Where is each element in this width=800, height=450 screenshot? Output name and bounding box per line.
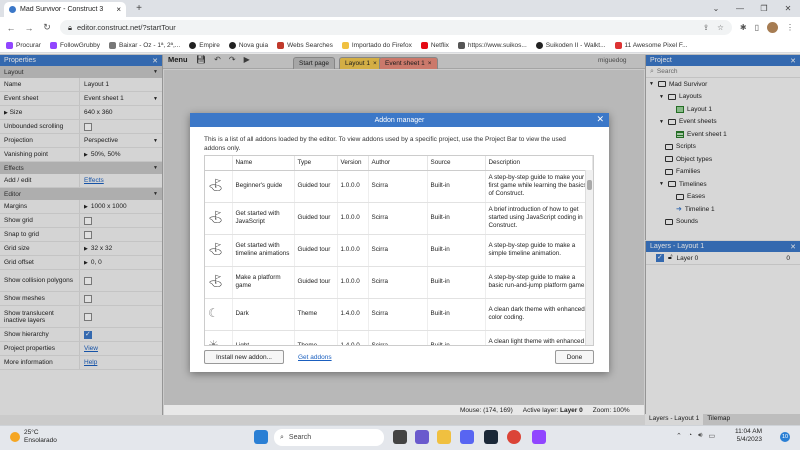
dialog-description: This is a list of all addons loaded by t…	[204, 136, 566, 152]
column-header[interactable]: Type	[294, 156, 338, 171]
system-tray: ⌃ ◔ 🔊︎ ▭	[676, 432, 715, 440]
reload-button[interactable]: ↻	[42, 22, 52, 33]
steam-icon[interactable]	[484, 430, 498, 444]
forward-button[interactable]: →	[24, 23, 34, 33]
new-tab-button[interactable]: +	[132, 2, 146, 15]
bookmarks-bar: Procurar FollowGrubby Baixar - Oz - 1ª, …	[0, 38, 800, 53]
page-icon	[109, 41, 117, 49]
maximize-button[interactable]: ❐	[752, 0, 776, 17]
table-header: Name Type Version Author Source Descript…	[205, 156, 593, 171]
notification-badge[interactable]: 10	[780, 432, 790, 442]
folder-icon	[341, 41, 349, 49]
window-controls: ⌄ — ❐ ✕	[704, 0, 800, 17]
table-row[interactable]: ☀ Light Theme 1.4.0.0 Scirra Built-in A clean…	[205, 330, 593, 346]
close-tab-icon[interactable]: ×	[116, 5, 121, 14]
chevron-up-icon[interactable]: ⌃	[676, 432, 682, 440]
tab-title: Mad Survivor - Construct 3	[20, 6, 104, 13]
twitch-icon	[49, 41, 57, 49]
clock[interactable]: 11:04 AM 5/4/2023	[735, 428, 762, 444]
weather-widget[interactable]: 25°C Ensolarado	[10, 429, 57, 445]
globe-icon	[535, 41, 543, 49]
chrome-icon[interactable]	[507, 430, 521, 444]
addon-table: Name Type Version Author Source Descript…	[204, 155, 594, 346]
wifi-icon[interactable]: ◔	[688, 432, 692, 440]
minimize-button[interactable]: —	[728, 0, 752, 17]
sword-icon	[457, 41, 465, 49]
column-header[interactable]: Description	[485, 156, 593, 171]
column-header[interactable]: Source	[427, 156, 486, 171]
globe-icon	[189, 41, 197, 49]
back-button[interactable]: ←	[6, 23, 16, 33]
column-header[interactable]: Version	[337, 156, 369, 171]
bookmark-item[interactable]: FollowGrubby	[49, 41, 100, 49]
bookmark-item[interactable]: 11 Awesome Pixel F...	[614, 41, 688, 49]
battery-icon[interactable]: ▭	[709, 432, 716, 440]
sidebar-icon[interactable]: ▯	[755, 23, 759, 32]
discord-icon[interactable]	[460, 430, 474, 444]
active-layer-status: Active layer: Layer 0	[522, 406, 583, 414]
moon-icon: ☾	[208, 305, 219, 320]
close-window-button[interactable]: ✕	[776, 0, 800, 17]
column-header[interactable]: Author	[368, 156, 428, 171]
bookmark-item[interactable]: Netflix	[420, 41, 449, 49]
share-icon[interactable]: ⇪	[703, 23, 709, 32]
bookmark-item[interactable]: Webs Searches	[277, 41, 333, 49]
nf-icon	[614, 41, 622, 49]
zoom-level: Zoom: 100%	[592, 406, 630, 414]
column-header[interactable]: Name	[232, 156, 295, 171]
construct-favicon-icon	[9, 6, 16, 13]
sun-icon: ☀	[208, 337, 219, 346]
url-bar[interactable]: 🔒︎ editor.construct.net/?startTour ⇪ ☆	[60, 20, 732, 35]
taskbar-search[interactable]: ⌕ Search	[274, 429, 384, 446]
bookmark-item[interactable]: Importado do Firefox	[341, 41, 412, 49]
table-row[interactable]: ☾ Dark Theme 1.4.0.0 Scirra Built-in A clean …	[205, 298, 593, 331]
file-explorer-icon[interactable]	[437, 430, 451, 444]
bookmark-item[interactable]: Baixar - Oz - 1ª, 2ª,...	[109, 41, 180, 49]
bookmark-item[interactable]: Suikoden II - Walkt...	[535, 41, 606, 49]
twitch-icon	[6, 41, 13, 49]
volume-icon[interactable]: 🔊︎	[698, 432, 702, 440]
table-scrollbar[interactable]	[585, 170, 593, 345]
extensions-icon[interactable]: ✱	[740, 23, 747, 32]
scrollbar-thumb[interactable]	[587, 180, 592, 190]
address-bar-row: ← → ↻ 🔒︎ editor.construct.net/?startTour…	[0, 17, 800, 38]
dialog-header: Addon manager ✕	[190, 113, 609, 127]
lock-icon: 🔒︎	[68, 22, 72, 32]
sun-icon	[10, 432, 20, 442]
search-icon: ⌕	[280, 433, 284, 441]
signpost-icon: ⛳︎	[208, 273, 224, 288]
twitch-icon[interactable]	[532, 430, 546, 444]
profile-avatar[interactable]	[767, 22, 778, 33]
bookmark-item[interactable]: Procurar	[6, 41, 41, 49]
webs-icon	[277, 41, 285, 49]
table-row[interactable]: ⛳︎ Get started with JavaScript Guided tou…	[205, 202, 593, 235]
netflix-icon	[420, 41, 428, 49]
bookmark-item[interactable]: https://www.suikos...	[457, 41, 527, 49]
get-addons-link[interactable]: Get addons	[298, 354, 332, 361]
addon-manager-dialog: Addon manager ✕ This is a list of all add…	[190, 113, 609, 372]
task-view-icon[interactable]	[393, 430, 407, 444]
table-row[interactable]: ⛳︎ Beginner's guide Guided tour 1.0.0.0 Sci…	[205, 170, 593, 203]
status-bar: Mouse: (174, 169) Active layer: Layer 0 …	[164, 405, 644, 415]
windows-start-icon[interactable]	[254, 430, 268, 444]
kebab-menu-icon[interactable]: ⋮	[786, 23, 794, 32]
signpost-icon: ⛳︎	[208, 241, 224, 256]
install-new-addon-button[interactable]: Install new addon...	[204, 350, 284, 364]
globe-icon	[228, 41, 236, 49]
signpost-icon: ⛳︎	[208, 209, 224, 224]
table-row[interactable]: ⛳︎ Get started with timeline animations G…	[205, 234, 593, 267]
mouse-position: Mouse: (174, 169)	[460, 406, 513, 414]
url-text: editor.construct.net/?startTour	[77, 23, 176, 32]
signpost-icon: ⛳︎	[208, 177, 224, 192]
bookmark-item[interactable]: Empire	[189, 41, 220, 49]
done-button[interactable]: Done	[555, 350, 594, 364]
browser-tab[interactable]: Mad Survivor - Construct 3 ×	[4, 2, 126, 17]
table-row[interactable]: ⛳︎ Make a platform game Guided tour 1.0.0.…	[205, 266, 593, 299]
chevron-down-icon[interactable]: ⌄	[704, 0, 728, 17]
bookmark-item[interactable]: Nova guia	[228, 41, 268, 49]
teams-icon[interactable]	[415, 430, 429, 444]
close-dialog-button[interactable]: ✕	[596, 114, 604, 125]
star-icon[interactable]: ☆	[717, 23, 724, 32]
